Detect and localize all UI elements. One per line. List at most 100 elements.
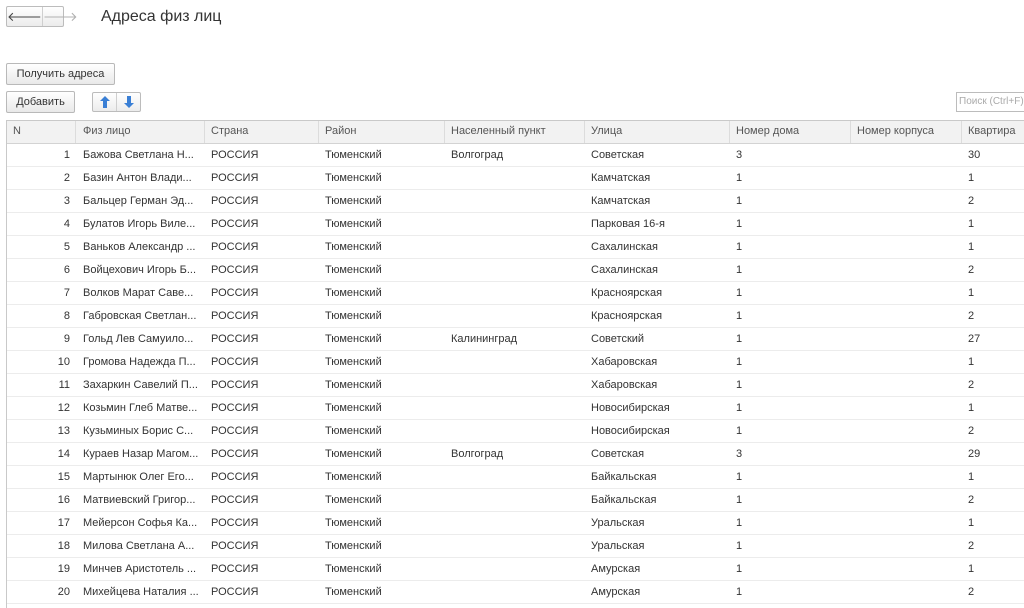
table-row[interactable]: 1 Бажова Светлана Н... РОССИЯ Тюменский Волг… — [7, 144, 1024, 167]
header-col-street[interactable]: Улица — [585, 121, 730, 143]
cell-col-district: Тюменский — [325, 517, 382, 529]
cell-col-n: 5 — [63, 241, 70, 253]
cell-col-apartment: 29 — [968, 448, 981, 460]
table-row[interactable]: 12 Козьмин Глеб Матве... РОССИЯ Тюменский Но… — [7, 397, 1024, 420]
cell-col-house: 1 — [736, 264, 743, 276]
cell-col-locality — [445, 282, 585, 304]
get-addresses-button[interactable]: Получить адреса — [6, 63, 115, 85]
table-row[interactable]: 19 Минчев Аристотель ... РОССИЯ Тюменский Ам… — [7, 558, 1024, 581]
header-col-country[interactable]: Страна — [205, 121, 319, 143]
table-row[interactable]: 11 Захаркин Савелий П... РОССИЯ Тюменский Ха… — [7, 374, 1024, 397]
navigation-buttons: 🡐 🡒 — [6, 6, 78, 27]
cell-col-locality — [445, 397, 585, 419]
cell-col-country: РОССИЯ — [211, 356, 259, 368]
cell-col-locality — [445, 259, 585, 281]
cell-col-country: РОССИЯ — [211, 448, 259, 460]
table-row[interactable]: 18 Милова Светлана А... РОССИЯ Тюменский Ура… — [7, 535, 1024, 558]
cell-col-district: Тюменский — [325, 494, 382, 506]
cell-col-house: 3 — [736, 448, 743, 460]
cell-col-street: Советская — [591, 448, 645, 460]
header-col-locality[interactable]: Населенный пункт — [445, 121, 585, 143]
cell-col-building — [851, 236, 962, 258]
table-row[interactable]: 8 Габровская Светлан... РОССИЯ Тюменский Кра… — [7, 305, 1024, 328]
cell-col-country: РОССИЯ — [211, 218, 259, 230]
cell-col-building — [851, 604, 962, 608]
cell-col-country: РОССИЯ — [211, 287, 259, 299]
table-row[interactable]: 10 Громова Надежда П... РОССИЯ Тюменский Хаб… — [7, 351, 1024, 374]
cell-col-locality — [445, 374, 585, 396]
cell-col-building — [851, 282, 962, 304]
cell-col-locality — [445, 489, 585, 511]
table-row[interactable]: 5 Ваньков Александр ... РОССИЯ Тюменский Сах… — [7, 236, 1024, 259]
cell-col-house: 1 — [736, 563, 743, 575]
table-row[interactable]: 20 Михейцева Наталия ... РОССИЯ Тюменский Ам… — [7, 581, 1024, 604]
cell-col-district: Тюменский — [325, 310, 382, 322]
cell-col-country: РОССИЯ — [211, 379, 259, 391]
cell-col-district: Тюменский — [325, 425, 382, 437]
header-col-person[interactable]: Физ лицо — [77, 121, 205, 143]
cell-col-country: РОССИЯ — [211, 425, 259, 437]
header-col-apartment[interactable]: Квартира — [962, 121, 1024, 143]
header-col-district[interactable]: Район — [319, 121, 445, 143]
cell-col-house: 1 — [736, 241, 743, 253]
move-buttons — [92, 92, 141, 112]
cell-col-building — [851, 420, 962, 442]
cell-col-person: Базин Антон Влади... — [83, 172, 192, 184]
table-row[interactable]: 2 Базин Антон Влади... РОССИЯ Тюменский Камч… — [7, 167, 1024, 190]
cell-col-n: 19 — [57, 563, 70, 575]
cell-col-building — [851, 512, 962, 534]
cell-col-street: Амурская — [591, 586, 641, 598]
cell-col-building — [851, 558, 962, 580]
header-col-n[interactable]: N — [7, 121, 76, 143]
table-row[interactable]: 15 Мартынюк Олег Его... РОССИЯ Тюменский Бай… — [7, 466, 1024, 489]
cell-col-street: Красноярская — [591, 310, 663, 322]
table-body: 1 Бажова Светлана Н... РОССИЯ Тюменский Волг… — [7, 144, 1024, 608]
table-row[interactable]: 6 Войцехович Игорь Б... РОССИЯ Тюменский Сах… — [7, 259, 1024, 282]
cell-col-house: 1 — [736, 402, 743, 414]
cell-col-locality — [445, 305, 585, 327]
cell-col-country: РОССИЯ — [205, 604, 319, 608]
cell-col-n: 9 — [63, 333, 70, 345]
cell-col-apartment: 1 — [968, 402, 975, 414]
cell-col-country: РОССИЯ — [211, 241, 259, 253]
cell-col-building — [851, 167, 962, 189]
table-row[interactable]: 9 Гольд Лев Самуило... РОССИЯ Тюменский Кали… — [7, 328, 1024, 351]
table-row[interactable]: 21Никаноров Егор Кир...РОССИЯТюменский Ир… — [7, 604, 1024, 608]
forward-arrow-icon[interactable]: 🡒 — [43, 7, 78, 26]
cell-col-country: РОССИЯ — [211, 517, 259, 529]
move-down-icon[interactable] — [116, 93, 140, 111]
cell-col-house: 1 — [730, 604, 851, 608]
cell-col-district: Тюменский — [325, 149, 382, 161]
table-row[interactable]: 4 Булатов Игорь Виле... РОССИЯ Тюменский Пар… — [7, 213, 1024, 236]
table-row[interactable]: 17 Мейерсон Софья Ка... РОССИЯ Тюменский Ура… — [7, 512, 1024, 535]
cell-col-house: 1 — [736, 310, 743, 322]
header-col-building[interactable]: Номер корпуса — [851, 121, 962, 143]
cell-col-person: Минчев Аристотель ... — [83, 563, 197, 575]
cell-col-n: 4 — [63, 218, 70, 230]
cell-col-apartment: 2 — [968, 310, 975, 322]
move-up-icon[interactable] — [93, 93, 116, 111]
cell-col-apartment: 1 — [968, 517, 975, 529]
cell-col-n: 10 — [57, 356, 70, 368]
cell-col-house: 1 — [736, 379, 743, 391]
search-input[interactable]: Поиск (Ctrl+F) — [956, 92, 1024, 112]
header-col-house[interactable]: Номер дома — [730, 121, 851, 143]
cell-col-n: 13 — [57, 425, 70, 437]
back-arrow-icon[interactable]: 🡐 — [7, 7, 43, 26]
cell-col-country: РОССИЯ — [211, 264, 259, 276]
table-row[interactable]: 13 Кузьминых Борис С... РОССИЯ Тюменский Нов… — [7, 420, 1024, 443]
cell-col-building — [851, 535, 962, 557]
add-button[interactable]: Добавить — [6, 91, 75, 113]
cell-col-locality: Калининград — [451, 333, 518, 345]
cell-col-n: 1 — [63, 149, 70, 161]
table-row[interactable]: 3 Бальцер Герман Эд... РОССИЯ Тюменский Камч… — [7, 190, 1024, 213]
cell-col-district: Тюменский — [325, 333, 382, 345]
table-row[interactable]: 7 Волков Марат Саве... РОССИЯ Тюменский Крас… — [7, 282, 1024, 305]
cell-col-building — [851, 466, 962, 488]
cell-col-country: РОССИЯ — [211, 149, 259, 161]
addresses-table: N Физ лицо Страна Район Населенный пункт Улиц… — [6, 120, 1024, 608]
cell-col-person: Милова Светлана А... — [83, 540, 195, 552]
table-row[interactable]: 14 Кураев Назар Магом... РОССИЯ Тюменский Во… — [7, 443, 1024, 466]
cell-col-n: 12 — [57, 402, 70, 414]
table-row[interactable]: 16 Матвиевский Григор... РОССИЯ Тюменский Ба… — [7, 489, 1024, 512]
